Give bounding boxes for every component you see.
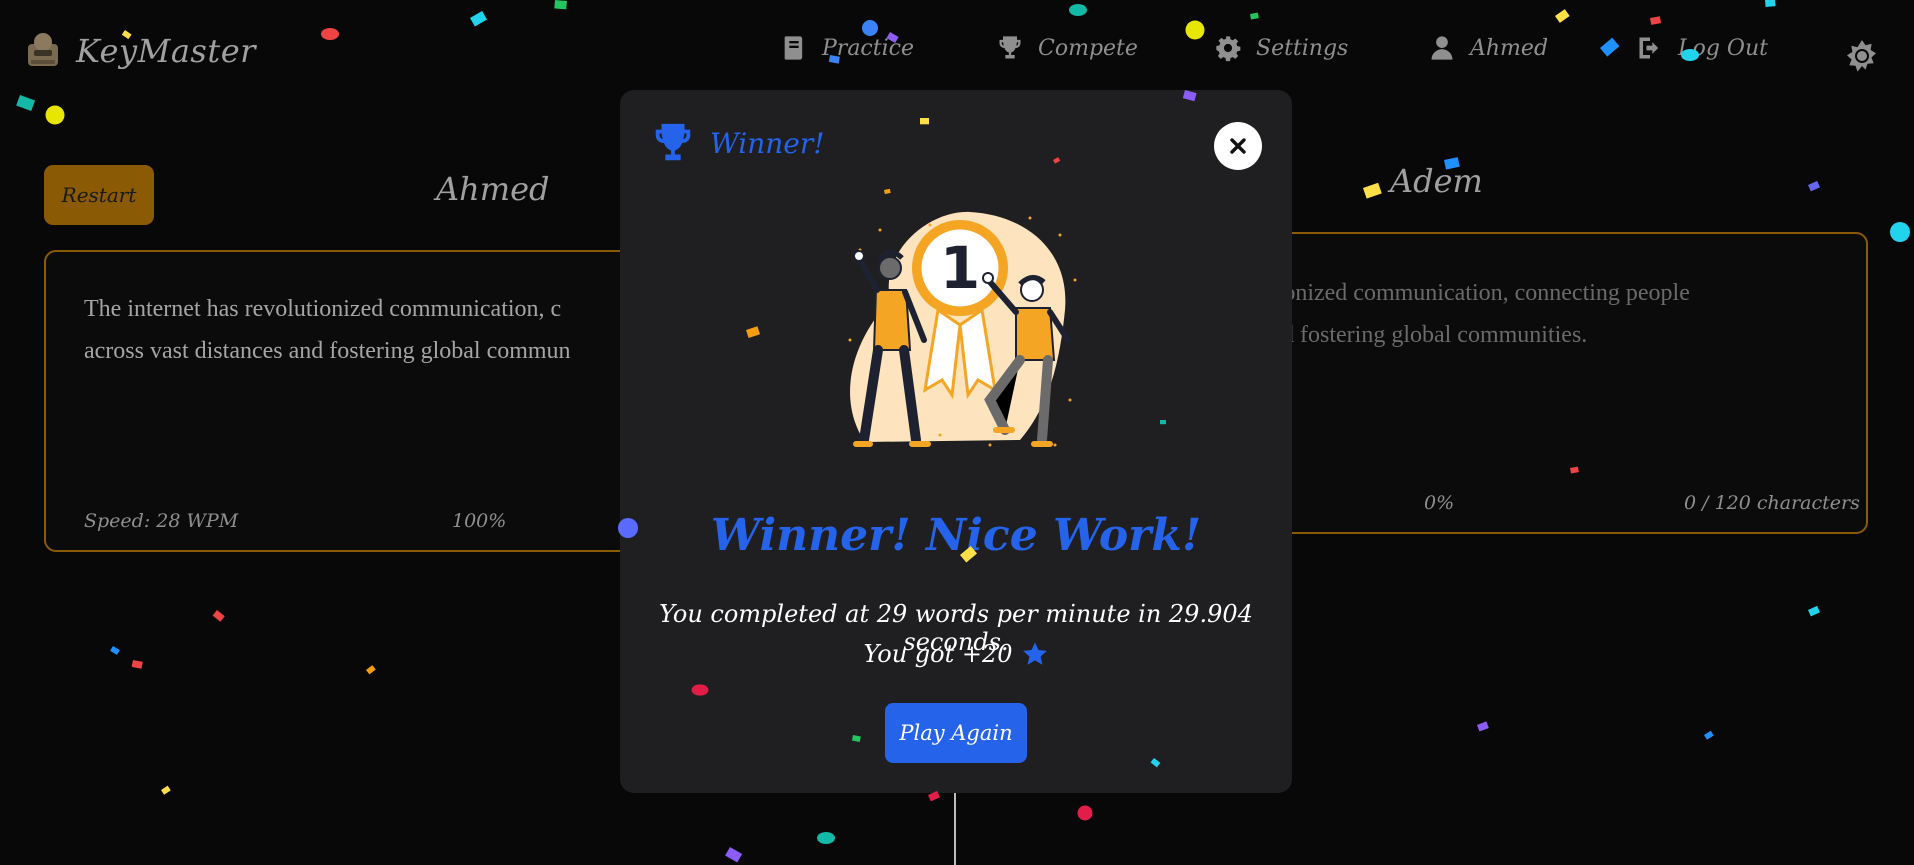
char-count-stat: 0 / 120 characters <box>1684 492 1860 514</box>
nav-practice-label: Practice <box>822 35 914 61</box>
confetti-piece <box>817 832 835 844</box>
keymaster-logo-icon <box>28 33 58 66</box>
player-name-left: Ahmed <box>436 170 550 208</box>
passage-line-2-right: nd fostering global communities. <box>1270 322 1588 348</box>
confetti-piece <box>131 660 143 669</box>
confetti-piece <box>1807 605 1820 617</box>
reward-text: You got +20 <box>863 640 1013 668</box>
logout-icon <box>1639 37 1659 59</box>
nav-compete-label: Compete <box>1038 35 1138 61</box>
badge-number: 1 <box>940 234 980 302</box>
book-icon <box>784 36 803 60</box>
confetti-piece <box>1890 222 1910 242</box>
trophy-icon <box>655 123 691 161</box>
winner-modal: Winner! 1 Winner! Nice Work! You complet… <box>620 90 1292 793</box>
nav-settings[interactable]: Settings <box>1214 34 1348 62</box>
nav-logout-label: Log Out <box>1678 35 1768 61</box>
theme-toggle-icon[interactable] <box>1844 38 1880 74</box>
nav-compete[interactable]: Compete <box>996 34 1138 62</box>
passage-line-1-right: tionized communication, connecting peopl… <box>1270 280 1690 306</box>
progress-stat-right: 0% <box>1424 492 1455 514</box>
restart-button[interactable]: Restart <box>44 165 154 225</box>
brand[interactable]: KeyMaster <box>22 30 256 72</box>
typing-panel-right: tionized communication, connecting peopl… <box>1240 232 1868 534</box>
player-name-right: Adem <box>1390 162 1483 200</box>
reward-line: You got +20 <box>620 640 1292 668</box>
confetti-piece <box>161 785 171 795</box>
brand-name: KeyMaster <box>76 32 256 70</box>
close-button[interactable] <box>1214 122 1262 170</box>
confetti-piece <box>365 665 376 675</box>
confetti-piece <box>1807 180 1820 192</box>
close-icon <box>1230 138 1246 154</box>
nav-logout[interactable]: Log Out <box>1636 34 1768 62</box>
nav-profile[interactable]: Ahmed <box>1428 34 1548 62</box>
confetti-piece <box>725 847 743 863</box>
play-again-button[interactable]: Play Again <box>885 703 1027 763</box>
passage-line-2: across vast distances and fostering glob… <box>84 338 571 364</box>
confetti-piece <box>212 610 225 622</box>
modal-header: Winner! <box>650 120 825 166</box>
winner-illustration: 1 <box>848 211 1077 447</box>
nav-practice[interactable]: Practice <box>780 34 914 62</box>
confetti-piece <box>1362 182 1382 199</box>
passage-line-1: The internet has revolutionized communic… <box>84 296 562 322</box>
user-icon <box>1431 36 1453 60</box>
nav-profile-label: Ahmed <box>1470 35 1549 61</box>
winner-heading: Winner! Nice Work! <box>710 510 1202 561</box>
star-icon <box>1022 642 1047 665</box>
gear-icon <box>1216 36 1241 62</box>
confetti-piece <box>1077 805 1093 821</box>
speed-stat: Speed: 28 WPM <box>84 510 239 532</box>
progress-stat-left: 100% <box>452 510 507 532</box>
confetti-piece <box>1477 721 1489 732</box>
confetti-piece <box>110 646 120 655</box>
trophy-icon <box>999 36 1021 59</box>
modal-title: Winner! <box>710 126 825 160</box>
confetti-piece <box>1704 730 1714 740</box>
typing-panel-left: The internet has revolutionized communic… <box>44 250 684 552</box>
center-divider <box>954 790 956 865</box>
nav-settings-label: Settings <box>1256 35 1349 61</box>
